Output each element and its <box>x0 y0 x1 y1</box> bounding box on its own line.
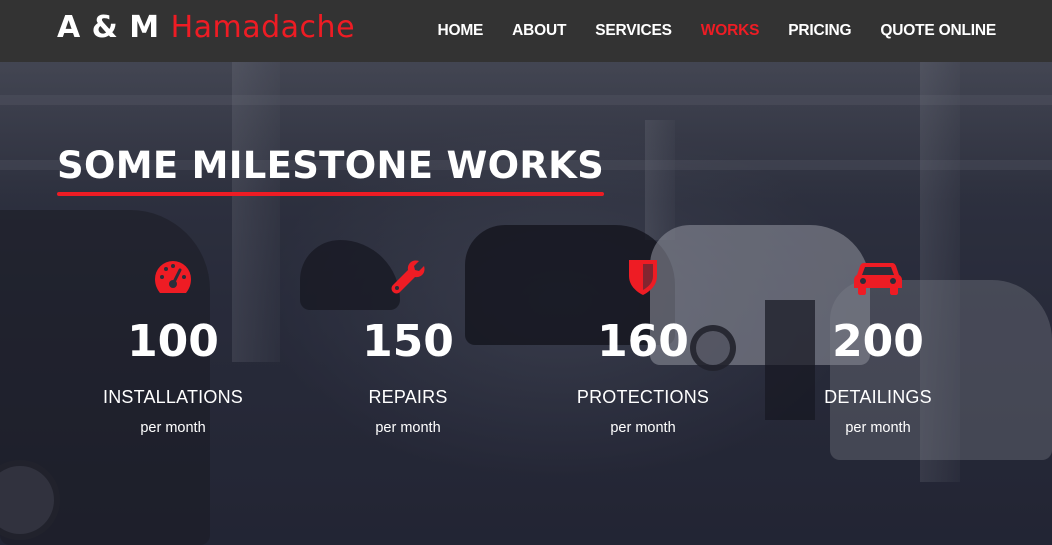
main-nav: HOME ABOUT SERVICES WORKS PRICING QUOTE … <box>437 0 996 62</box>
speedometer-icon <box>73 255 273 299</box>
shield-icon <box>543 255 743 299</box>
stat-sub: per month <box>610 420 676 436</box>
brand-name-first: A & M <box>57 10 160 45</box>
nav-about[interactable]: ABOUT <box>512 22 566 40</box>
site-header: A & M Hamadache HOME ABOUT SERVICES WORK… <box>0 0 1052 62</box>
brand-logo[interactable]: A & M Hamadache <box>57 10 355 45</box>
nav-services[interactable]: SERVICES <box>595 22 672 40</box>
section-title: SOME MILESTONE WORKS <box>57 144 605 187</box>
stat-sub: per month <box>845 420 911 436</box>
car-icon <box>778 255 978 299</box>
nav-home[interactable]: HOME <box>437 22 483 40</box>
stat-sub: per month <box>140 420 206 436</box>
stat-installations: 100 INSTALLATIONS per month <box>73 255 273 436</box>
stat-value: 100 <box>127 316 219 367</box>
nav-works[interactable]: WORKS <box>701 22 760 40</box>
wrench-icon <box>308 255 508 299</box>
stat-label: DETAILINGS <box>824 387 932 407</box>
stat-sub: per month <box>375 420 441 436</box>
nav-pricing[interactable]: PRICING <box>788 22 851 40</box>
stat-label: INSTALLATIONS <box>103 387 243 407</box>
stat-protections: 160 PROTECTIONS per month <box>543 255 743 436</box>
nav-quote-online[interactable]: QUOTE ONLINE <box>880 22 996 40</box>
brand-name-second: Hamadache <box>170 10 356 45</box>
stat-label: PROTECTIONS <box>576 387 710 407</box>
stat-value: 150 <box>362 316 454 367</box>
title-underline <box>57 192 604 196</box>
stat-repairs: 150 REPAIRS per month <box>308 255 508 436</box>
stat-value: 160 <box>597 316 689 367</box>
stat-value: 200 <box>832 316 924 367</box>
stat-label: REPAIRS <box>368 387 448 407</box>
stat-detailings: 200 DETAILINGS per month <box>778 255 978 436</box>
